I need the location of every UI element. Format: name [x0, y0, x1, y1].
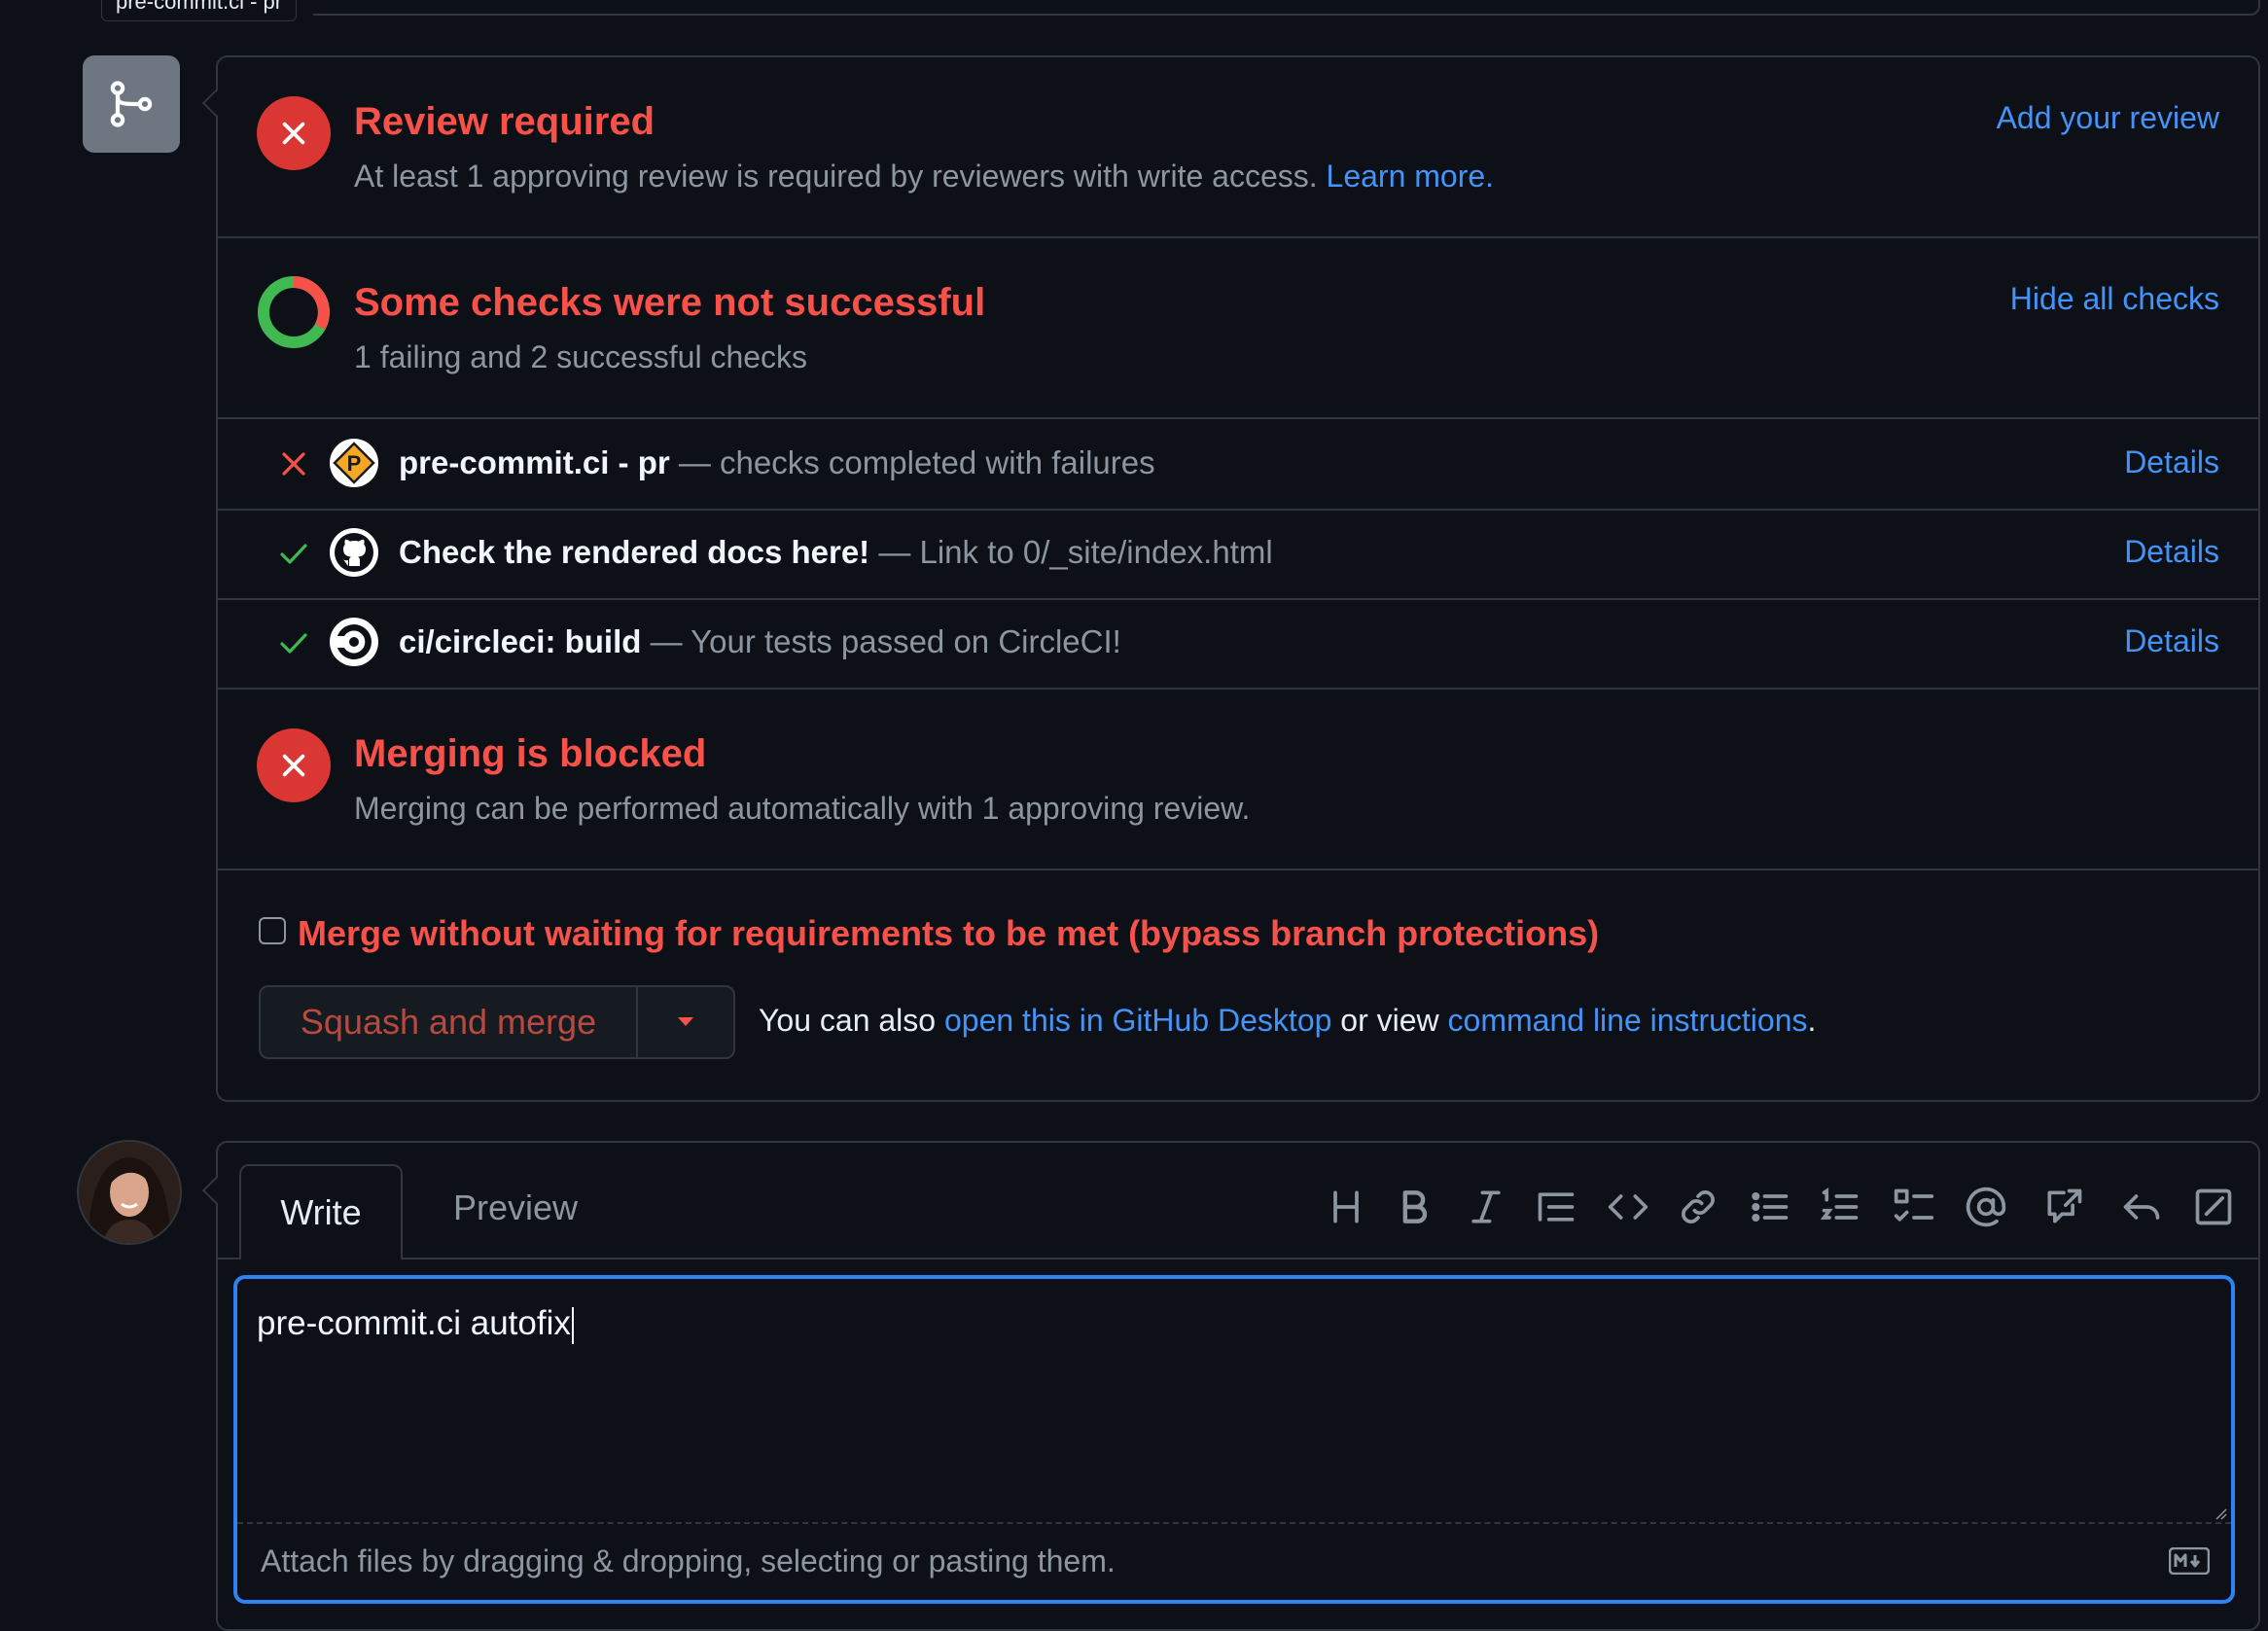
- github-logo-icon: [330, 528, 378, 577]
- check-desc: — Your tests passed on CircleCI!: [650, 623, 1121, 659]
- check-row-circleci: ci/circleci: build — Your tests passed o…: [218, 598, 2258, 690]
- add-review-link[interactable]: Add your review: [1997, 100, 2219, 136]
- comment-textarea[interactable]: pre-commit.ci autofix Attach files by dr…: [233, 1275, 2235, 1604]
- check-desc: — Link to 0/_site/index.html: [878, 534, 1273, 570]
- cross-reference-icon[interactable]: [2042, 1186, 2085, 1228]
- svg-text:P: P: [347, 451, 362, 476]
- x-icon: [282, 452, 305, 476]
- review-status-failed: [257, 96, 331, 170]
- pre-commit-logo-icon: P: [330, 439, 378, 487]
- or-view-text: or view: [1340, 1003, 1439, 1038]
- text-cursor: [571, 1306, 574, 1344]
- merge-blocked-section: Merging is blocked Merging can be perfor…: [218, 690, 2258, 870]
- details-link[interactable]: Details: [2124, 444, 2219, 480]
- merge-box: Review required At least 1 approving rev…: [216, 55, 2260, 1102]
- merge-method-dropdown[interactable]: [636, 985, 735, 1059]
- ordered-list-icon[interactable]: [1819, 1186, 1861, 1228]
- reply-icon[interactable]: [2120, 1186, 2163, 1228]
- check-name: Check the rendered docs here!: [399, 534, 870, 570]
- squash-and-merge-button[interactable]: Squash and merge: [259, 985, 638, 1059]
- merge-blocked-title: Merging is blocked: [354, 732, 707, 775]
- triangle-down-icon: [678, 1017, 693, 1026]
- comment-text[interactable]: pre-commit.ci autofix: [257, 1304, 574, 1344]
- task-list-icon[interactable]: [1893, 1186, 1935, 1228]
- markdown-icon[interactable]: [2169, 1547, 2210, 1575]
- merge-alternatives: You can also open this in GitHub Desktop…: [759, 1003, 1816, 1039]
- check-text: ci/circleci: build — Your tests passed o…: [399, 623, 1121, 660]
- review-description: At least 1 approving review is required …: [354, 159, 1494, 195]
- code-icon[interactable]: [1607, 1186, 1649, 1228]
- heading-icon[interactable]: [1325, 1186, 1367, 1228]
- check-name: ci/circleci: build: [399, 623, 642, 659]
- x-icon: [282, 122, 305, 145]
- command-line-link[interactable]: command line instructions: [1448, 1003, 1808, 1038]
- review-title: Review required: [354, 100, 656, 143]
- check-icon: [280, 633, 307, 654]
- merge-status-failed: [257, 728, 331, 802]
- bold-icon[interactable]: [1393, 1186, 1435, 1228]
- review-desc-text: At least 1 approving review is required …: [354, 159, 1318, 194]
- checks-summary: 1 failing and 2 successful checks: [354, 339, 808, 374]
- tab-preview[interactable]: Preview: [453, 1188, 578, 1228]
- attach-files-text: Attach files by dragging & dropping, sel…: [261, 1543, 1116, 1578]
- check-row-docs: Check the rendered docs here! — Link to …: [218, 509, 2258, 600]
- also-prefix: You can also: [759, 1003, 937, 1038]
- check-desc: — checks completed with failures: [678, 444, 1155, 480]
- bypass-checkbox[interactable]: [259, 917, 286, 944]
- avatar[interactable]: [77, 1140, 182, 1245]
- check-icon: [280, 544, 307, 564]
- link-icon[interactable]: [1677, 1186, 1719, 1228]
- comment-tab-bar: Write Preview: [218, 1143, 2258, 1259]
- details-link[interactable]: Details: [2124, 623, 2219, 659]
- avatar-image: [79, 1142, 180, 1243]
- git-branch-icon: [110, 81, 153, 127]
- merge-blocked-description: Merging can be performed automatically w…: [354, 791, 1251, 826]
- fullscreen-icon[interactable]: [2192, 1186, 2235, 1228]
- check-text: pre-commit.ci - pr — checks completed wi…: [399, 444, 1155, 481]
- circleci-logo-icon: [330, 618, 378, 666]
- github-desktop-link[interactable]: open this in GitHub Desktop: [944, 1003, 1331, 1038]
- details-link[interactable]: Details: [2124, 534, 2219, 570]
- git-branch-badge: [83, 55, 180, 153]
- mention-icon[interactable]: [1965, 1186, 2007, 1228]
- timeline-divider: [313, 0, 2260, 16]
- tooltip: pre-commit.ci - pr: [101, 0, 298, 21]
- check-row-precommit: P pre-commit.ci - pr — checks completed …: [218, 419, 2258, 511]
- learn-more-link[interactable]: Learn more.: [1327, 159, 1495, 194]
- quote-icon[interactable]: [1535, 1186, 1577, 1228]
- checks-donut-icon: [258, 276, 330, 348]
- review-section: Review required At least 1 approving rev…: [218, 57, 2258, 238]
- hide-all-checks-link[interactable]: Hide all checks: [2010, 281, 2219, 317]
- comment-box: Write Preview pre-commit.ci autofix Atta…: [216, 1141, 2260, 1631]
- resize-handle-icon[interactable]: [2214, 1507, 2227, 1520]
- x-icon: [282, 754, 305, 777]
- check-name: pre-commit.ci - pr: [399, 444, 670, 480]
- comment-value: pre-commit.ci autofix: [257, 1304, 571, 1342]
- attach-files-bar[interactable]: Attach files by dragging & dropping, sel…: [237, 1522, 2231, 1600]
- bypass-label[interactable]: Merge without waiting for requirements t…: [298, 913, 1599, 954]
- tab-write[interactable]: Write: [239, 1164, 403, 1259]
- check-text: Check the rendered docs here! — Link to …: [399, 534, 1273, 571]
- italic-icon[interactable]: [1465, 1186, 1507, 1228]
- checks-section: Some checks were not successful 1 failin…: [218, 238, 2258, 419]
- checks-title: Some checks were not successful: [354, 281, 986, 324]
- unordered-list-icon[interactable]: [1749, 1186, 1791, 1228]
- period-text: .: [1807, 1003, 1817, 1038]
